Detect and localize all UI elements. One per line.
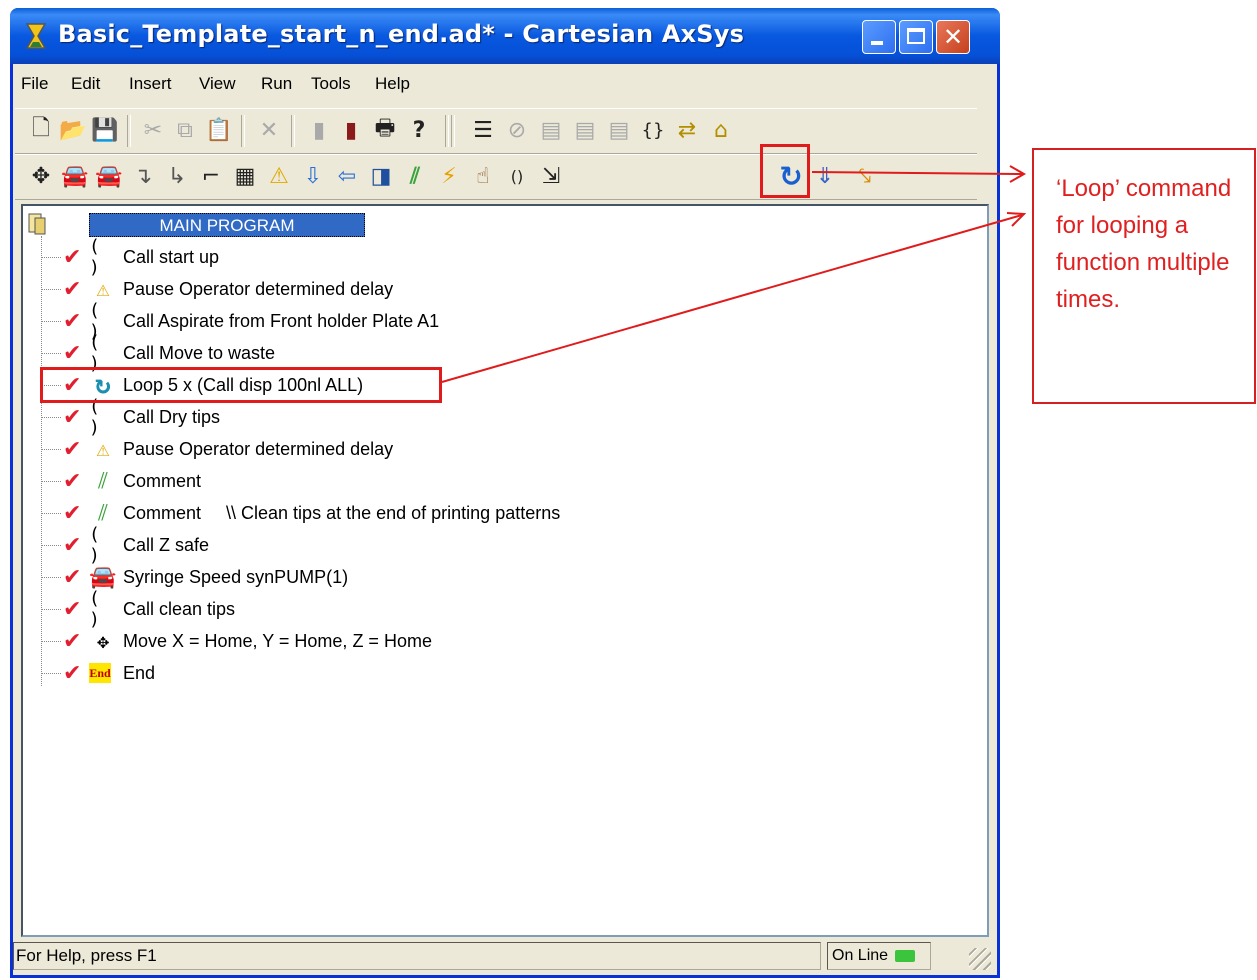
annotation-callout: ‘Loop’ command for looping a function mu… (1032, 148, 1256, 404)
annotation-arrows (441, 165, 1027, 383)
callout-text: ‘Loop’ command for looping a function mu… (1056, 175, 1232, 313)
